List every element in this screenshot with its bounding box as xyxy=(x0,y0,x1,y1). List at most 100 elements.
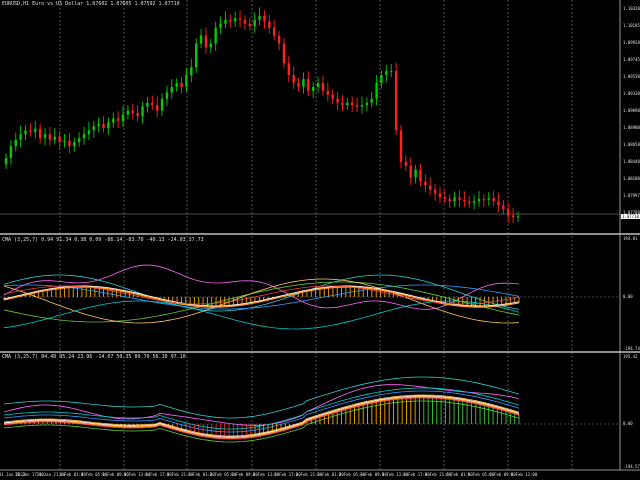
price-pane[interactable] xyxy=(4,7,520,224)
candle-body xyxy=(365,102,369,106)
main-chart-header: EURUSD,H1 Euro vs US Dollar 1.07602 1.07… xyxy=(2,1,180,7)
candle-body xyxy=(346,102,349,106)
candle-body xyxy=(219,23,222,28)
candle-body xyxy=(272,27,276,36)
candle-body xyxy=(151,102,154,106)
candle-body xyxy=(302,79,305,87)
ind2-axis-top: 195.42 xyxy=(623,354,638,359)
candle-body xyxy=(297,82,300,87)
ind1-axis-bottom: -194.74 xyxy=(623,346,640,351)
candle-body xyxy=(53,136,56,140)
candle-body xyxy=(307,79,310,91)
candle-body xyxy=(233,18,237,22)
candle-body xyxy=(438,193,442,198)
indicator-line xyxy=(3,274,520,312)
candle-body xyxy=(424,181,427,186)
price-axis-label: 1.09928 xyxy=(623,40,640,45)
ind2-axis-bottom: -194.57 xyxy=(623,464,640,469)
candle-body xyxy=(68,140,71,147)
candle-body xyxy=(429,185,432,190)
candle-body xyxy=(458,197,461,200)
candle-body xyxy=(258,15,261,20)
candle-body xyxy=(155,105,159,111)
candle-body xyxy=(243,19,247,24)
candle-body xyxy=(107,122,110,128)
candle-body xyxy=(160,98,164,111)
candle-body xyxy=(277,35,281,44)
candle-body xyxy=(336,98,339,103)
price-axis-label: 1.09745 xyxy=(623,57,640,62)
candle-body xyxy=(316,82,320,87)
candle-body xyxy=(482,198,486,200)
indicator-pane-2[interactable] xyxy=(3,376,520,443)
candle-body xyxy=(370,98,373,103)
candle-body xyxy=(502,205,505,210)
candle-body xyxy=(321,82,325,91)
candle-body xyxy=(399,130,403,162)
candle-body xyxy=(224,19,227,24)
price-axis-label: 1.09090 xyxy=(623,108,640,113)
candle-body xyxy=(268,21,271,28)
candle-body xyxy=(116,118,120,121)
candle-body xyxy=(97,123,100,127)
candle-body xyxy=(409,165,412,178)
candle-body xyxy=(390,71,393,73)
candle-body xyxy=(214,27,217,44)
candle-body xyxy=(14,139,17,147)
candle-body xyxy=(170,86,173,93)
ind2-axis-zero: 0.00 xyxy=(623,421,633,426)
indicator-line xyxy=(3,384,520,426)
price-axis-label: 1.08900 xyxy=(623,125,640,130)
candle-body xyxy=(199,35,203,44)
candle-body xyxy=(209,43,212,48)
candle-body xyxy=(287,63,291,76)
candle-body xyxy=(165,92,169,99)
candle-body xyxy=(204,35,208,48)
candle-body xyxy=(34,128,37,132)
ind1-axis-top: 194.81 xyxy=(623,236,638,241)
candle-body xyxy=(331,94,334,99)
candle-body xyxy=(102,123,105,128)
candle-body xyxy=(263,15,266,22)
candle-body xyxy=(448,198,451,202)
candle-body xyxy=(468,201,471,203)
price-axis-label: 1.10320 xyxy=(623,6,640,11)
candle-body xyxy=(238,18,242,20)
candle-body xyxy=(433,189,437,194)
indicator2-header: CMA (3,25,7) 84.48 95.24 23.96 -14.07 50… xyxy=(2,354,186,360)
candle-body xyxy=(248,23,252,27)
candle-body xyxy=(229,19,232,22)
ind1-axis-zero: 0.00 xyxy=(623,294,633,299)
candle-body xyxy=(351,102,354,106)
candle-body xyxy=(419,169,422,182)
candle-body xyxy=(194,43,198,68)
candle-body xyxy=(463,199,466,202)
candle-body xyxy=(63,140,66,143)
candle-body xyxy=(360,105,364,107)
candle-body xyxy=(185,75,188,87)
candle-body xyxy=(507,209,510,216)
candle-body xyxy=(190,67,193,76)
price-axis-label: 1.08100 xyxy=(623,176,640,181)
candle-body xyxy=(29,130,32,132)
candle-body xyxy=(141,106,144,117)
candle-body xyxy=(453,197,456,202)
candle-body xyxy=(131,110,134,113)
indicator1-header: CMA (3,25,7) 0.94 91.34 0.38 0.09 -86.14… xyxy=(2,237,204,243)
candle-body xyxy=(292,75,295,83)
candle-body xyxy=(9,146,13,158)
candle-body xyxy=(38,128,42,139)
candle-body xyxy=(394,71,398,131)
candle-body xyxy=(355,105,359,107)
candle-body xyxy=(126,110,130,115)
candle-body xyxy=(19,134,22,140)
candle-body xyxy=(146,102,149,107)
indicator-line xyxy=(3,394,520,437)
pane-dividers[interactable] xyxy=(0,0,640,471)
candle-body xyxy=(497,201,500,206)
candle-body xyxy=(404,161,408,166)
candle-body xyxy=(375,82,378,99)
price-axis-label: 1.07997 xyxy=(623,193,640,198)
price-axis-label: 1.10185 xyxy=(623,23,640,28)
price-axis-label: 1.08650 xyxy=(623,142,640,147)
